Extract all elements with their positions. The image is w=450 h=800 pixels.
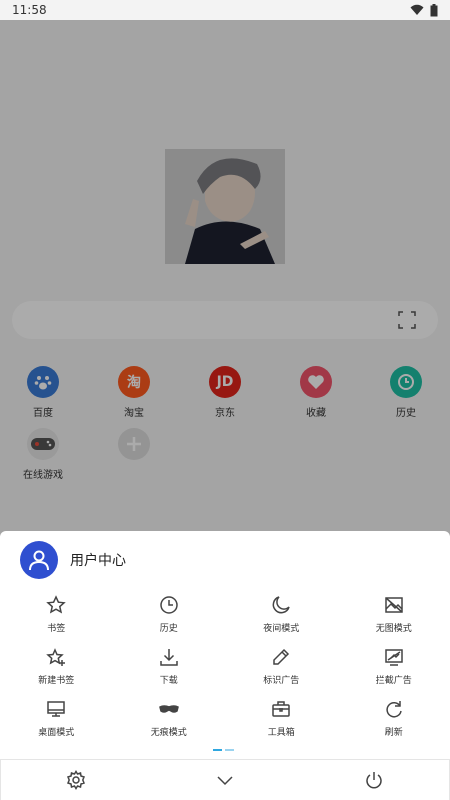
status-bar: 11:58	[0, 0, 450, 20]
menu-block-ads[interactable]: 拦截广告	[338, 640, 450, 692]
page-dot	[225, 749, 234, 751]
download-icon	[160, 648, 178, 666]
status-icons	[410, 3, 438, 17]
chevron-down-icon[interactable]	[215, 770, 235, 790]
menu-label: 桌面模式	[38, 727, 75, 738]
menu-desktop-mode[interactable]: 桌面模式	[0, 692, 113, 744]
menu-no-image-mode[interactable]: 无图模式	[338, 588, 450, 640]
menu-label: 下载	[159, 675, 178, 686]
user-avatar-icon	[20, 541, 58, 579]
menu-label: 无痕模式	[150, 727, 187, 738]
toolbox-icon	[272, 700, 290, 717]
history-clock-icon	[160, 595, 178, 614]
menu-history[interactable]: 历史	[113, 588, 226, 640]
menu-label: 标识广告	[263, 675, 300, 686]
pen-icon	[273, 648, 290, 665]
monitor-icon	[47, 700, 65, 717]
refresh-icon	[386, 700, 402, 717]
menu-label: 工具箱	[267, 727, 295, 738]
menu-night-mode[interactable]: 夜间模式	[225, 588, 338, 640]
menu-sheet: 用户中心 书签 历史 夜间模式 无图模式 新建书签 下载 标识广告 拦截广告 桌…	[0, 531, 450, 800]
status-time: 11:58	[12, 3, 47, 17]
menu-label: 夜间模式	[263, 623, 300, 634]
menu-incognito-mode[interactable]: 无痕模式	[113, 692, 226, 744]
menu-download[interactable]: 下载	[113, 640, 226, 692]
power-icon[interactable]	[364, 770, 384, 790]
menu-label: 书签	[47, 623, 66, 634]
page-indicator	[213, 749, 234, 751]
block-ad-icon	[385, 648, 403, 666]
user-center-title: 用户中心	[70, 553, 126, 569]
menu-toolbox[interactable]: 工具箱	[225, 692, 338, 744]
menu-label: 无图模式	[375, 623, 412, 634]
menu-bookmarks[interactable]: 书签	[0, 588, 113, 640]
star-plus-icon	[46, 647, 66, 666]
no-image-icon	[385, 596, 403, 613]
settings-gear-icon[interactable]	[66, 770, 86, 790]
menu-label: 刷新	[384, 727, 403, 738]
menu-label: 拦截广告	[375, 675, 412, 686]
battery-icon	[430, 3, 438, 16]
page-dot-active	[213, 749, 222, 751]
user-center-row[interactable]: 用户中心	[20, 541, 126, 579]
menu-label: 历史	[159, 623, 178, 634]
menu-refresh[interactable]: 刷新	[338, 692, 450, 744]
sheet-bottom-bar	[0, 759, 450, 800]
menu-label: 新建书签	[38, 675, 75, 686]
star-icon	[46, 594, 67, 613]
menu-mark-ads[interactable]: 标识广告	[225, 640, 338, 692]
wifi-icon	[410, 4, 424, 15]
moon-icon	[272, 595, 290, 613]
menu-grid: 书签 历史 夜间模式 无图模式 新建书签 下载 标识广告 拦截广告 桌面模式 无…	[0, 588, 450, 744]
menu-new-bookmark[interactable]: 新建书签	[0, 640, 113, 692]
mask-icon	[158, 704, 179, 713]
